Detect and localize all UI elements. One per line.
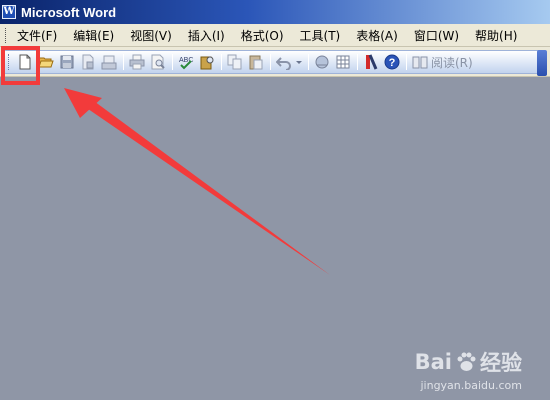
standard-toolbar: ABC ? 阅读(R) bbox=[0, 47, 550, 77]
spelling-check-icon: ABC bbox=[179, 57, 193, 70]
save-disk-icon bbox=[60, 55, 73, 69]
menu-insert[interactable]: 插入(I) bbox=[188, 27, 225, 44]
title-bar: W Microsoft Word bbox=[0, 0, 550, 24]
print-preview-button[interactable] bbox=[148, 53, 167, 71]
paste-clipboard-icon bbox=[249, 55, 262, 70]
toolbar-separator bbox=[357, 54, 358, 70]
tables-and-borders-button[interactable] bbox=[333, 53, 352, 71]
menu-window[interactable]: 窗口(W) bbox=[414, 27, 459, 44]
print-preview-icon bbox=[151, 54, 165, 70]
menu-format[interactable]: 格式(O) bbox=[241, 27, 284, 44]
read-button[interactable]: 阅读(R) bbox=[412, 54, 473, 71]
permission-icon bbox=[82, 54, 93, 70]
menu-edit[interactable]: 编辑(E) bbox=[73, 27, 114, 44]
help-button[interactable]: ? bbox=[382, 53, 401, 71]
read-label: 阅读(R) bbox=[431, 55, 473, 70]
toolbar-separator bbox=[270, 54, 271, 70]
baidu-jingyan-watermark: Bai 经验 jingyan.baidu.com bbox=[415, 347, 522, 392]
research-book-icon bbox=[200, 56, 213, 70]
hyperlink-globe-icon bbox=[315, 55, 328, 69]
table-grid-icon bbox=[336, 55, 349, 69]
paw-logo-icon bbox=[457, 352, 476, 371]
menu-help[interactable]: 帮助(H) bbox=[475, 27, 517, 44]
window-title: Microsoft Word bbox=[21, 4, 117, 20]
menu-grip-handle[interactable] bbox=[5, 27, 9, 43]
toolbar-separator bbox=[308, 54, 309, 70]
chevron-down-icon bbox=[296, 61, 302, 64]
word-app-icon: W bbox=[2, 5, 16, 19]
svg-text:?: ? bbox=[388, 57, 395, 69]
undo-button[interactable] bbox=[274, 53, 293, 71]
show-hide-button[interactable] bbox=[361, 53, 380, 71]
svg-text:ABC: ABC bbox=[179, 57, 193, 64]
toolbar-options-button[interactable] bbox=[537, 50, 547, 76]
help-question-icon: ? bbox=[384, 54, 399, 70]
permission-button[interactable] bbox=[78, 53, 97, 71]
new-document-highlight-box bbox=[1, 46, 40, 85]
menu-tools[interactable]: 工具(T) bbox=[300, 27, 341, 44]
toolbar-separator bbox=[406, 54, 407, 70]
insert-hyperlink-button[interactable] bbox=[312, 53, 331, 71]
email-button[interactable] bbox=[99, 53, 118, 71]
menu-view[interactable]: 视图(V) bbox=[130, 27, 172, 44]
menu-table[interactable]: 表格(A) bbox=[356, 27, 398, 44]
watermark-brand-left: Bai bbox=[414, 350, 452, 374]
toolbar-band: ABC ? 阅读(R) bbox=[3, 50, 543, 74]
email-icon bbox=[101, 55, 116, 70]
print-button[interactable] bbox=[127, 53, 146, 71]
spelling-button[interactable]: ABC bbox=[176, 53, 195, 71]
toolbar-separator bbox=[221, 54, 222, 70]
red-bookmark-icon bbox=[365, 54, 377, 70]
paste-button[interactable] bbox=[246, 53, 265, 71]
toolbar-separator bbox=[123, 54, 124, 70]
toolbar-separator bbox=[172, 54, 173, 70]
copy-button[interactable] bbox=[225, 53, 244, 71]
copy-icon bbox=[227, 54, 241, 70]
watermark-url: jingyan.baidu.com bbox=[420, 379, 522, 392]
undo-arrow-icon bbox=[275, 57, 291, 70]
printer-icon bbox=[129, 54, 144, 70]
menu-file[interactable]: 文件(F) bbox=[17, 27, 57, 44]
research-button[interactable] bbox=[197, 53, 216, 71]
watermark-brand: Bai 经验 bbox=[415, 347, 522, 377]
watermark-brand-right: 经验 bbox=[480, 351, 522, 375]
save-button[interactable] bbox=[57, 53, 76, 71]
menu-bar: 文件(F) 编辑(E) 视图(V) 插入(I) 格式(O) 工具(T) 表格(A… bbox=[0, 24, 550, 47]
read-book-icon bbox=[412, 56, 428, 69]
undo-dropdown-button[interactable] bbox=[295, 53, 303, 71]
